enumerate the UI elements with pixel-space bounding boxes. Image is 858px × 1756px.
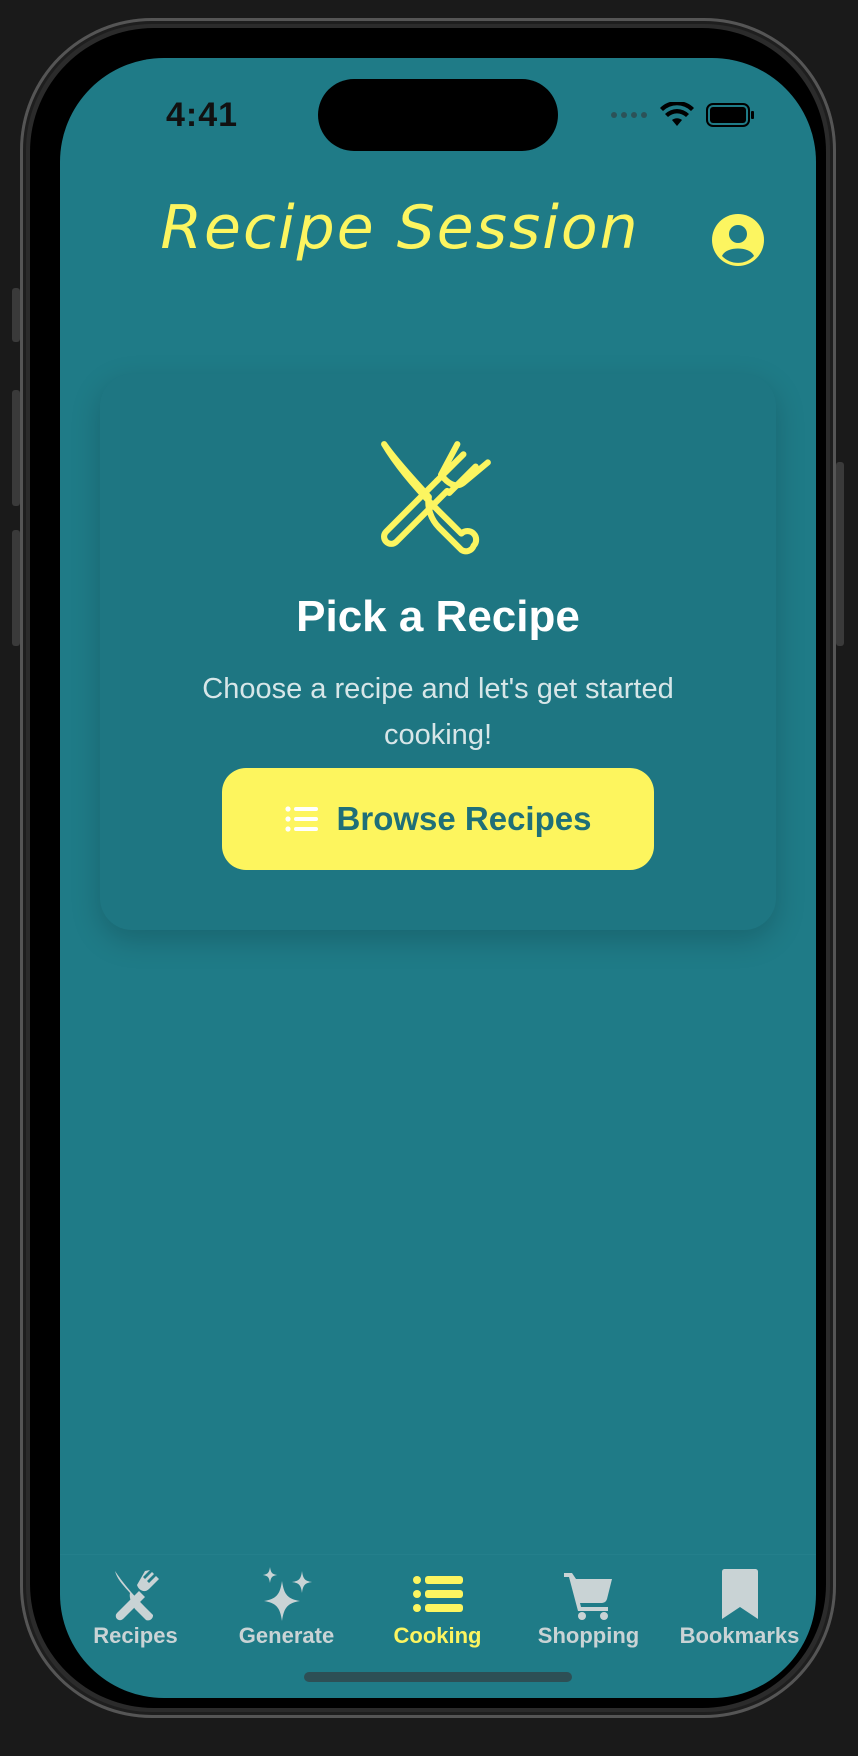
tab-recipes[interactable]: Recipes — [60, 1567, 211, 1649]
tab-bookmarks-label: Bookmarks — [679, 1623, 800, 1648]
action-button — [12, 288, 20, 342]
empty-state-subtitle: Choose a recipe and let's get started co… — [202, 673, 674, 751]
empty-state-title: Pick a Recipe — [296, 592, 580, 641]
dynamic-island — [318, 79, 558, 151]
person-circle-icon[interactable] — [712, 214, 764, 266]
status-time: 4:41 — [166, 96, 239, 134]
sparkles-icon — [262, 1567, 312, 1621]
signal-dots-icon — [611, 112, 647, 118]
bezel: 4:41 Recipe Session Pick a Recipe Choose… — [30, 28, 826, 1708]
volume-up-button — [12, 390, 20, 506]
cart-icon — [563, 1573, 612, 1620]
bookmark-icon — [721, 1569, 758, 1619]
app-title: Recipe Session — [160, 193, 640, 263]
browse-recipes-button[interactable]: Browse Recipes — [222, 768, 654, 870]
tab-generate[interactable]: Generate — [211, 1567, 362, 1649]
phone-frame: 4:41 Recipe Session Pick a Recipe Choose… — [12, 18, 844, 1718]
app-screen: 4:41 Recipe Session Pick a Recipe Choose… — [60, 58, 816, 1698]
status-icons — [610, 102, 756, 128]
fork-knife-icon — [114, 1570, 159, 1621]
list-icon — [412, 1576, 463, 1612]
tab-recipes-label: Recipes — [93, 1623, 178, 1648]
home-indicator[interactable] — [304, 1672, 572, 1682]
battery-icon — [706, 103, 754, 127]
tab-bookmarks[interactable]: Bookmarks — [664, 1567, 815, 1649]
tab-cooking[interactable]: Cooking — [362, 1567, 513, 1649]
wifi-icon — [660, 102, 694, 126]
tab-generate-label: Generate — [238, 1623, 335, 1648]
tab-cooking-label: Cooking — [393, 1623, 482, 1648]
list-icon — [284, 806, 318, 832]
tab-shopping[interactable]: Shopping — [513, 1567, 664, 1649]
browse-recipes-label: Browse Recipes — [336, 800, 592, 837]
empty-state-card: Pick a Recipe Choose a recipe and let's … — [100, 374, 776, 930]
tab-shopping-label: Shopping — [537, 1623, 640, 1648]
power-button — [836, 462, 844, 646]
volume-down-button — [12, 530, 20, 646]
fork-knife-icon — [381, 441, 491, 555]
